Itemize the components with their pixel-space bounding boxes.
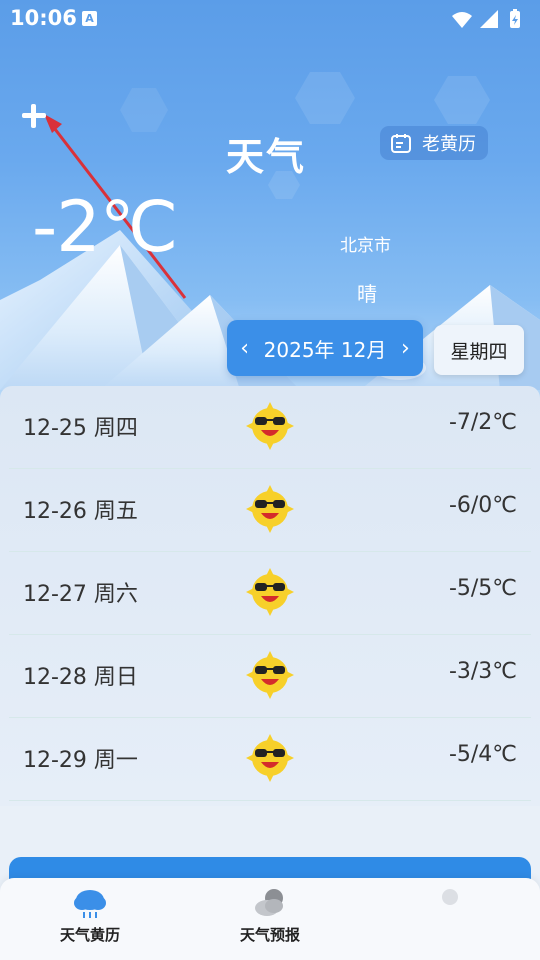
city-name: 北京市 [340, 236, 391, 256]
forecast-range: -5/4℃ [448, 742, 517, 767]
status-bar: 10:06 A [0, 0, 540, 38]
sun-sunglasses-icon [246, 734, 294, 782]
month-selector: ‹ 2025年 12月 › [227, 320, 423, 376]
sun-sunglasses-icon [246, 568, 294, 616]
system-status-icons [452, 9, 520, 28]
cloud-moon-icon [255, 889, 283, 916]
forecast-range: -3/3℃ [448, 659, 517, 684]
forecast-row[interactable]: 12-26 周五 -6/0℃ [9, 469, 531, 552]
current-temperature: -2℃ [32, 186, 178, 268]
nav-label: 天气预报 [239, 926, 300, 944]
page-title: 天气 [226, 135, 307, 179]
forecast-range: -5/5℃ [448, 576, 517, 601]
weekday-chip: 星期四 [434, 325, 524, 375]
forecast-date: 12-28 周日 [23, 665, 138, 690]
nav-forecast[interactable]: 天气预报 [210, 886, 330, 956]
nav-indicator-dot [442, 889, 458, 905]
signal-icon [480, 10, 498, 28]
forecast-date: 12-26 周五 [23, 499, 138, 524]
forecast-date: 12-25 周四 [23, 416, 138, 441]
sun-sunglasses-icon [246, 651, 294, 699]
calendar-icon [391, 134, 411, 153]
almanac-button[interactable]: 老黄历 [380, 126, 488, 160]
almanac-button-label: 老黄历 [422, 134, 476, 155]
plus-icon [22, 104, 46, 128]
status-time: 10:06 [10, 6, 77, 30]
sun-sunglasses-icon [246, 485, 294, 533]
wifi-icon [452, 12, 472, 28]
hero-header: 10:06 A 天气 老黄历 -2℃ 北京市 晴 ‹ 2025年 12月 › 星… [0, 0, 540, 400]
forecast-date: 12-29 周一 [23, 748, 138, 773]
rain-cloud-icon [74, 890, 106, 918]
forecast-range: -6/0℃ [448, 493, 517, 518]
bottom-nav: 天气黄历 天气预报 [0, 878, 540, 960]
nav-almanac-weather[interactable]: 天气黄历 [30, 886, 150, 956]
next-month-button[interactable]: › [394, 336, 416, 361]
prev-month-button[interactable]: ‹ [234, 336, 256, 361]
month-label: 2025年 12月 [263, 337, 387, 362]
forecast-row[interactable]: 12-29 周一 -5/4℃ [9, 718, 531, 801]
forecast-row[interactable]: 12-28 周日 -3/3℃ [9, 635, 531, 718]
forecast-list: 12-25 周四 -7/2℃ 12-26 周五 -6/0℃ 12-27 周六 -… [0, 386, 540, 806]
weather-app: 10:06 A 天气 老黄历 -2℃ 北京市 晴 ‹ 2025年 12月 › 星… [0, 0, 540, 960]
forecast-range: -7/2℃ [448, 410, 517, 435]
weather-condition: 晴 [357, 282, 377, 306]
forecast-row[interactable]: 12-27 周六 -5/5℃ [9, 552, 531, 635]
add-city-button[interactable] [18, 100, 50, 132]
sun-sunglasses-icon [246, 402, 294, 450]
forecast-row[interactable]: 12-25 周四 -7/2℃ [9, 386, 531, 469]
notification-icon: A [82, 11, 97, 26]
forecast-date: 12-27 周六 [23, 582, 138, 607]
nav-label: 天气黄历 [59, 926, 120, 944]
